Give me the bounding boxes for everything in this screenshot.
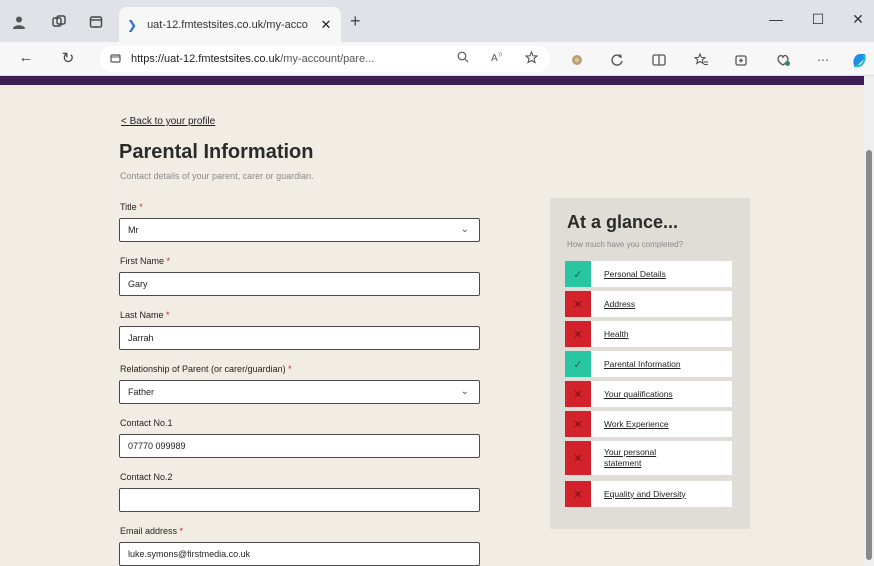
first-name-input[interactable]: Gary xyxy=(119,272,480,296)
zoom-icon[interactable] xyxy=(457,51,469,67)
last-name-value: Jarrah xyxy=(128,333,154,343)
title-select[interactable]: Mr ⌄ xyxy=(119,218,480,242)
page-title: Parental Information xyxy=(119,141,314,163)
favorites-icon[interactable] xyxy=(692,51,710,69)
site-header-strip xyxy=(0,76,864,85)
contact-no1-label: Contact No.1 xyxy=(120,418,173,428)
glance-item-health[interactable]: ✕ Health xyxy=(565,321,732,347)
relationship-select-value: Father xyxy=(128,387,155,397)
cross-icon: ✕ xyxy=(565,381,591,407)
required-marker: * xyxy=(166,256,171,266)
split-screen-icon[interactable] xyxy=(650,51,668,69)
window-minimize-button[interactable]: — xyxy=(766,11,786,27)
workspaces-icon[interactable] xyxy=(50,13,68,31)
relationship-select[interactable]: Father ⌄ xyxy=(119,380,480,404)
required-marker: * xyxy=(166,310,170,320)
more-options-icon[interactable]: ⋯ xyxy=(814,51,832,69)
glance-link[interactable]: Equality and Diversity xyxy=(591,489,686,500)
url-path: /my-account/pare... xyxy=(280,53,375,65)
glance-item-equality-and-diversity[interactable]: ✕ Equality and Diversity xyxy=(565,481,732,507)
relationship-label: Relationship of Parent (or carer/guardia… xyxy=(120,364,292,374)
refresh-extension-icon[interactable] xyxy=(608,51,626,69)
first-name-label: First Name * xyxy=(120,256,170,266)
collections-icon[interactable] xyxy=(732,51,750,69)
required-marker: * xyxy=(288,364,292,374)
back-to-profile-link[interactable]: < Back to your profile xyxy=(121,116,215,127)
last-name-input[interactable]: Jarrah xyxy=(119,326,480,350)
email-input[interactable]: luke.symons@firstmedia.co.uk xyxy=(119,542,480,566)
glance-item-personal-statement[interactable]: ✕ Your personal statement xyxy=(565,441,732,475)
glance-link[interactable]: Your personal statement xyxy=(591,447,671,469)
title-select-value: Mr xyxy=(128,225,139,235)
glance-link[interactable]: Parental Information xyxy=(591,359,681,370)
title-label-text: Title xyxy=(120,202,137,212)
check-icon: ✓ xyxy=(565,261,591,287)
required-marker: * xyxy=(179,526,184,536)
chevron-down-icon: ⌄ xyxy=(460,224,469,235)
cross-icon: ✕ xyxy=(565,481,591,507)
contact-no1-input[interactable]: 07770 099989 xyxy=(119,434,480,458)
new-tab-button[interactable]: + xyxy=(350,12,361,30)
url-text[interactable]: https://uat-12.fmtestsites.co.uk/my-acco… xyxy=(131,53,431,65)
back-arrow-icon[interactable]: ← xyxy=(16,49,36,66)
glance-subtitle: How much have you completed? xyxy=(567,240,684,249)
email-label-text: Email address xyxy=(120,526,178,536)
scrollbar-thumb[interactable] xyxy=(866,150,872,560)
glance-link[interactable]: Your qualifications xyxy=(591,389,673,400)
cross-icon: ✕ xyxy=(565,411,591,437)
chevron-down-icon: ⌄ xyxy=(460,386,469,397)
last-name-label-text: Last Name xyxy=(120,310,164,320)
at-a-glance-panel: At a glance... How much have you complet… xyxy=(550,198,750,529)
contact-no2-input[interactable] xyxy=(119,488,480,512)
page-info-icon[interactable] xyxy=(110,52,121,66)
svg-text:A: A xyxy=(491,53,498,63)
tab-favicon-icon: ❯ xyxy=(127,17,138,32)
cross-icon: ✕ xyxy=(565,441,591,475)
glance-item-personal-details[interactable]: ✓ Personal Details xyxy=(565,261,732,287)
tab-actions-icon[interactable] xyxy=(87,13,105,31)
glance-link[interactable]: Work Experience xyxy=(591,419,669,430)
tab-close-icon[interactable]: ✕ xyxy=(319,17,333,33)
address-bar[interactable]: https://uat-12.fmtestsites.co.uk/my-acco… xyxy=(100,46,550,72)
browser-essentials-icon[interactable] xyxy=(774,51,792,69)
glance-item-address[interactable]: ✕ Address xyxy=(565,291,732,317)
email-label: Email address * xyxy=(120,526,183,536)
profile-icon[interactable] xyxy=(10,13,28,31)
url-domain: https://uat-12.fmtestsites.co.uk xyxy=(131,53,281,65)
contact-no2-label: Contact No.2 xyxy=(120,472,173,482)
tab-title: uat-12.fmtestsites.co.uk/my-acco xyxy=(147,18,308,31)
cross-icon: ✕ xyxy=(565,321,591,347)
glance-link[interactable]: Address xyxy=(591,299,635,310)
favorite-star-icon[interactable] xyxy=(524,50,539,67)
refresh-icon[interactable]: ↻ xyxy=(58,49,78,67)
email-value: luke.symons@firstmedia.co.uk xyxy=(128,549,251,559)
title-label: Title * xyxy=(120,202,143,212)
extension-icon[interactable] xyxy=(568,51,586,69)
svg-text:)): )) xyxy=(498,52,502,58)
glance-item-work-experience[interactable]: ✕ Work Experience xyxy=(565,411,732,437)
window-close-button[interactable]: ✕ xyxy=(848,11,868,28)
required-marker: * xyxy=(139,202,143,212)
contact-no1-value: 07770 099989 xyxy=(128,441,186,451)
glance-item-parental-information[interactable]: ✓ Parental Information xyxy=(565,351,732,377)
relationship-label-text: Relationship of Parent (or carer/guardia… xyxy=(120,364,286,374)
glance-link[interactable]: Personal Details xyxy=(591,269,666,280)
page-scrollbar[interactable] xyxy=(864,76,874,566)
first-name-value: Gary xyxy=(128,279,148,289)
glance-title: At a glance... xyxy=(567,212,679,232)
glance-item-your-qualifications[interactable]: ✕ Your qualifications xyxy=(565,381,732,407)
glance-link[interactable]: Health xyxy=(591,329,629,340)
browser-tab-bar: ❯ uat-12.fmtestsites.co.uk/my-acco ✕ + —… xyxy=(0,0,874,42)
page-content: < Back to your profile Parental Informat… xyxy=(0,85,864,566)
check-icon: ✓ xyxy=(565,351,591,377)
first-name-label-text: First Name xyxy=(120,256,165,266)
copilot-icon[interactable] xyxy=(850,51,868,69)
window-maximize-button[interactable]: ☐ xyxy=(808,11,828,28)
read-aloud-icon[interactable]: A)) xyxy=(491,51,503,67)
last-name-label: Last Name * xyxy=(120,310,170,320)
browser-toolbar: ← ↻ https://uat-12.fmtestsites.co.uk/my-… xyxy=(0,42,874,76)
page-subtitle: Contact details of your parent, carer or… xyxy=(120,171,314,181)
cross-icon: ✕ xyxy=(565,291,591,317)
browser-tab-active[interactable]: ❯ uat-12.fmtestsites.co.uk/my-acco ✕ xyxy=(119,7,341,42)
